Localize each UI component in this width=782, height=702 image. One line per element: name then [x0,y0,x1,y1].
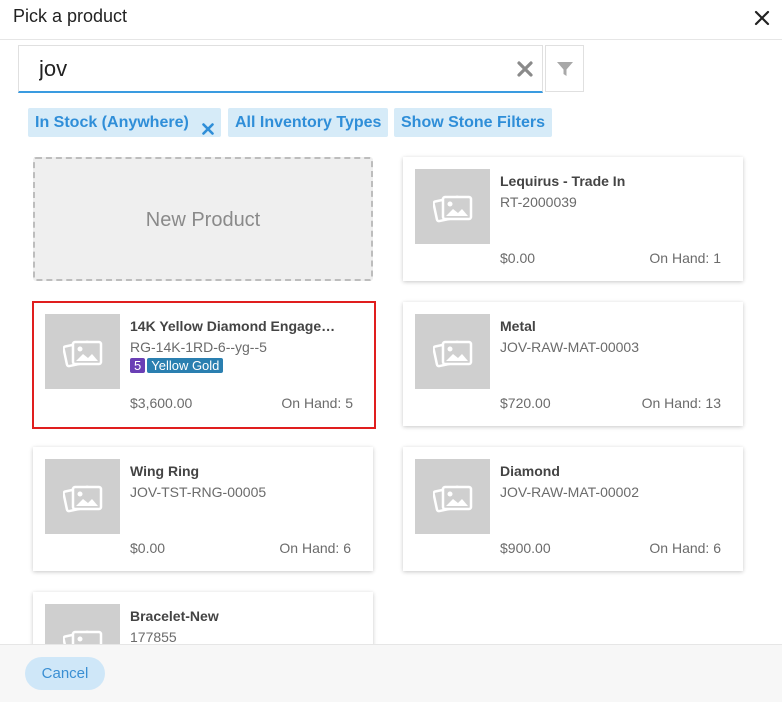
image-placeholder-icon [433,485,473,513]
in-stock-filter-chip[interactable]: In Stock (Anywhere) [28,108,221,137]
image-placeholder-icon [63,340,103,368]
product-sku: JOV-RAW-MAT-00002 [500,484,640,500]
product-grid: New Product Lequirus - Trade In RT-20000… [0,150,782,644]
filter-button[interactable] [545,45,584,92]
product-on-hand: On Hand: 13 [641,395,721,411]
product-name: Diamond [500,463,560,479]
cancel-button[interactable]: Cancel [25,657,105,690]
dialog-header: Pick a product [0,0,782,40]
product-card[interactable]: Bracelet-New 177855 [33,592,373,644]
product-tags: 5 Yellow Gold [130,358,225,374]
product-on-hand: On Hand: 1 [649,250,721,266]
product-card-selected[interactable]: 14K Yellow Diamond Engagement Ring RG-14… [32,301,376,429]
product-sku: RT-2000039 [500,194,577,210]
product-price: $3,600.00 [130,395,193,411]
filter-icon [557,62,573,76]
product-sku: RG-14K-1RD-6--yg--5 [130,339,267,355]
search-input[interactable] [19,46,509,92]
product-image [415,459,490,534]
product-name: Wing Ring [130,463,200,479]
product-card[interactable]: Wing Ring JOV-TST-RNG-00005 $0.00 On Han… [33,447,373,571]
product-sku: JOV-RAW-MAT-00003 [500,339,640,355]
clear-search-icon[interactable] [517,61,533,77]
search-box [18,45,543,93]
image-placeholder-icon [433,340,473,368]
image-placeholder-icon [63,485,103,513]
product-image [45,459,120,534]
product-card[interactable]: Lequirus - Trade In RT-2000039 $0.00 On … [403,157,743,281]
product-card[interactable]: Metal JOV-RAW-MAT-00003 $720.00 On Hand:… [403,302,743,426]
new-product-label: New Product [145,209,261,231]
product-image [45,604,120,644]
metal-badge: Yellow Gold [147,358,224,373]
remove-filter-icon[interactable] [202,116,214,135]
image-placeholder-icon [63,630,103,644]
inventory-types-chip[interactable]: All Inventory Types [228,108,389,137]
product-price: $900.00 [500,540,551,556]
product-price: $0.00 [500,250,536,266]
product-sku: 177855 [130,629,177,644]
stone-filters-chip[interactable]: Show Stone Filters [394,108,553,137]
product-name: Lequirus - Trade In [500,173,626,189]
product-price: $720.00 [500,395,551,411]
product-name: Bracelet-New [130,608,219,624]
variant-count-badge: 5 [130,358,146,373]
product-image [45,314,120,389]
product-price: $0.00 [130,540,166,556]
product-on-hand: On Hand: 6 [649,540,721,556]
in-stock-filter-label: In Stock (Anywhere) [35,114,189,131]
product-on-hand: On Hand: 5 [281,395,353,411]
image-placeholder-icon [433,195,473,223]
product-name: Metal [500,318,536,334]
product-card[interactable]: Diamond JOV-RAW-MAT-00002 $900.00 On Han… [403,447,743,571]
dialog-footer: Cancel [0,644,782,702]
close-icon[interactable] [752,8,772,28]
product-sku: JOV-TST-RNG-00005 [130,484,267,500]
product-image [415,169,490,244]
product-on-hand: On Hand: 6 [279,540,351,556]
product-name: 14K Yellow Diamond Engagement Ring [130,318,342,334]
dialog-title: Pick a product [13,6,128,26]
product-image [415,314,490,389]
new-product-card[interactable]: New Product [33,157,373,281]
